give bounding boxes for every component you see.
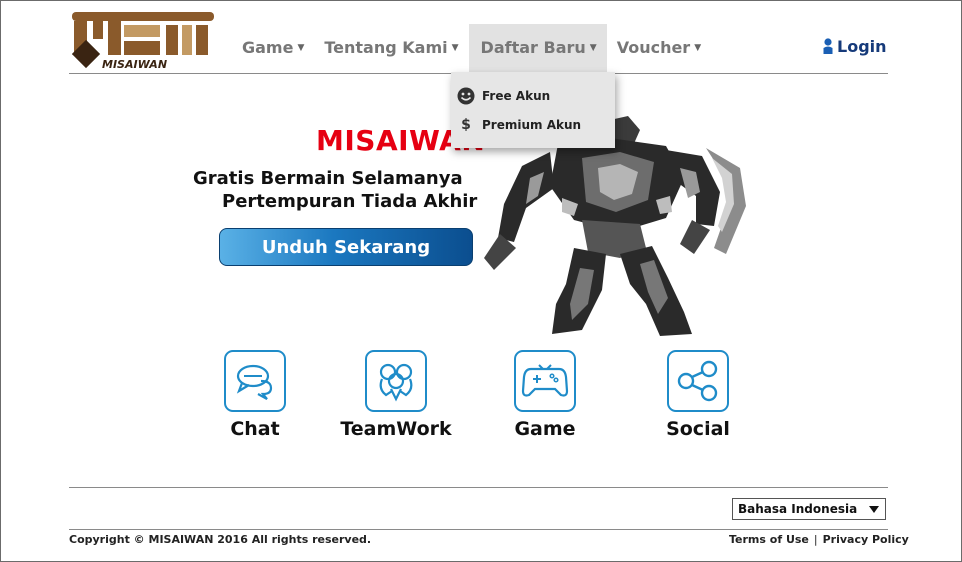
tagline-line-1: Gratis Bermain Selamanya — [193, 168, 463, 189]
terms-of-use-link[interactable]: Terms of Use — [729, 533, 809, 546]
feature-social: Social — [638, 350, 758, 440]
copyright-text: Copyright © MISAIWAN 2016 All rights res… — [69, 533, 372, 546]
privacy-policy-link[interactable]: Privacy Policy — [823, 533, 909, 546]
footer-divider-bottom — [69, 529, 888, 530]
chevron-down-icon: ▼ — [694, 43, 702, 53]
download-button[interactable]: Unduh Sekarang — [219, 228, 473, 266]
chevron-down-icon: ▼ — [589, 43, 597, 53]
feature-label: Social — [666, 418, 730, 440]
nav-daftar-baru[interactable]: Daftar Baru ▼ — [468, 24, 607, 72]
dropdown-item-label: Free Akun — [482, 89, 551, 103]
gamepad-icon — [521, 364, 569, 397]
user-icon — [823, 38, 833, 54]
nav-tentang-kami[interactable]: Tentang Kami ▼ — [314, 24, 468, 72]
login-label: Login — [837, 36, 887, 56]
feature-label: Chat — [230, 418, 280, 440]
footer-links: Terms of Use | Privacy Policy — [729, 533, 909, 546]
chevron-down-icon: ▼ — [451, 43, 459, 53]
teamwork-tile[interactable] — [365, 350, 427, 412]
footer-separator: | — [813, 533, 818, 546]
tagline-line-2: Pertempuran Tiada Akhir — [222, 191, 478, 212]
language-select-value: Bahasa Indonesia — [738, 502, 858, 516]
feature-teamwork: TeamWork — [336, 350, 456, 440]
nav-daftar-baru-label: Daftar Baru — [480, 38, 586, 57]
nav-game[interactable]: Game ▼ — [232, 24, 314, 72]
dropdown-item-label: Premium Akun — [482, 118, 582, 132]
share-icon — [677, 360, 718, 402]
dropdown-item-free-akun[interactable]: Free Akun — [451, 82, 615, 110]
chevron-down-icon — [869, 506, 879, 513]
nav-game-label: Game — [242, 38, 294, 57]
chevron-down-icon: ▼ — [297, 43, 305, 53]
chat-tile[interactable] — [224, 350, 286, 412]
nav-voucher[interactable]: Voucher ▼ — [607, 24, 711, 72]
site-logo[interactable]: MISAIWAN — [71, 12, 214, 71]
feature-label: TeamWork — [340, 418, 452, 440]
login-link[interactable]: Login — [822, 34, 887, 58]
social-tile[interactable] — [667, 350, 729, 412]
footer-divider-top — [69, 487, 888, 488]
dollar-icon: $ — [461, 117, 471, 133]
dropdown-item-premium-akun[interactable]: $ Premium Akun — [451, 111, 615, 139]
smiley-icon — [456, 87, 476, 105]
feature-label: Game — [514, 418, 576, 440]
nav-tentang-kami-label: Tentang Kami — [324, 38, 448, 57]
daftar-baru-dropdown: Free Akun $ Premium Akun — [451, 72, 615, 148]
nav-voucher-label: Voucher — [616, 38, 691, 57]
feature-game: Game — [485, 350, 605, 440]
teamwork-icon — [379, 363, 413, 402]
main-nav: Game ▼ Tentang Kami ▼ Daftar Baru ▼ Vouc… — [232, 24, 711, 72]
chat-icon — [236, 364, 273, 400]
language-select[interactable]: Bahasa Indonesia — [732, 498, 886, 520]
svg-text:MISAIWAN: MISAIWAN — [102, 58, 167, 70]
feature-chat: Chat — [195, 350, 315, 440]
game-tile[interactable] — [514, 350, 576, 412]
